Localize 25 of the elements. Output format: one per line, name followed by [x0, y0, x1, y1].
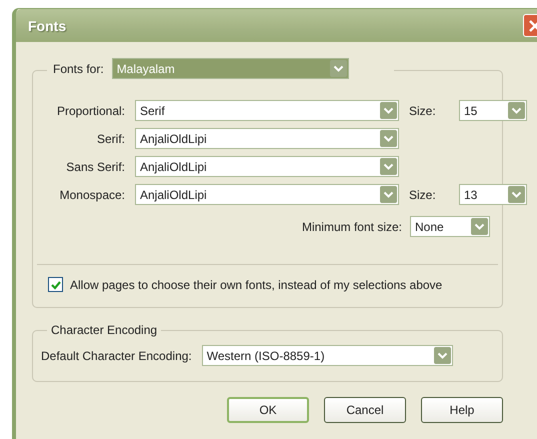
- dropdown[interactable]: AnjaliOldLipi: [135, 184, 399, 205]
- dropdown[interactable]: AnjaliOldLipi: [135, 128, 399, 149]
- dialog-button[interactable]: Cancel: [324, 397, 406, 423]
- group-label: Character Encoding: [51, 323, 158, 337]
- field-label: Size:: [409, 104, 437, 118]
- dropdown[interactable]: AnjaliOldLipi: [135, 156, 399, 177]
- checkbox[interactable]: [48, 277, 63, 292]
- field-label: Default Character Encoding:: [41, 348, 192, 362]
- field-label: Fonts for:: [53, 62, 104, 76]
- field-label: Proportional:: [56, 104, 125, 118]
- field-label: Sans Serif:: [65, 160, 125, 174]
- dropdown[interactable]: Western (ISO-8859-1): [202, 345, 453, 366]
- close-icon: [528, 20, 537, 32]
- dialog-button[interactable]: OK: [227, 397, 309, 423]
- checkbox-label: Allow pages to choose their own fonts, instead of my selections above: [70, 278, 442, 292]
- dropdown[interactable]: 13: [459, 184, 527, 205]
- dropdown[interactable]: None: [410, 216, 490, 237]
- dialog-button[interactable]: Help: [421, 397, 503, 423]
- dropdown[interactable]: 15: [459, 100, 527, 121]
- field-label: Size:: [409, 188, 437, 202]
- window-title: Fonts: [28, 18, 66, 34]
- field-label: Minimum font size:: [302, 220, 402, 234]
- dropdown[interactable]: Serif: [135, 100, 399, 121]
- field-label: Serif:: [96, 132, 125, 146]
- field-label: Monospace:: [58, 188, 125, 202]
